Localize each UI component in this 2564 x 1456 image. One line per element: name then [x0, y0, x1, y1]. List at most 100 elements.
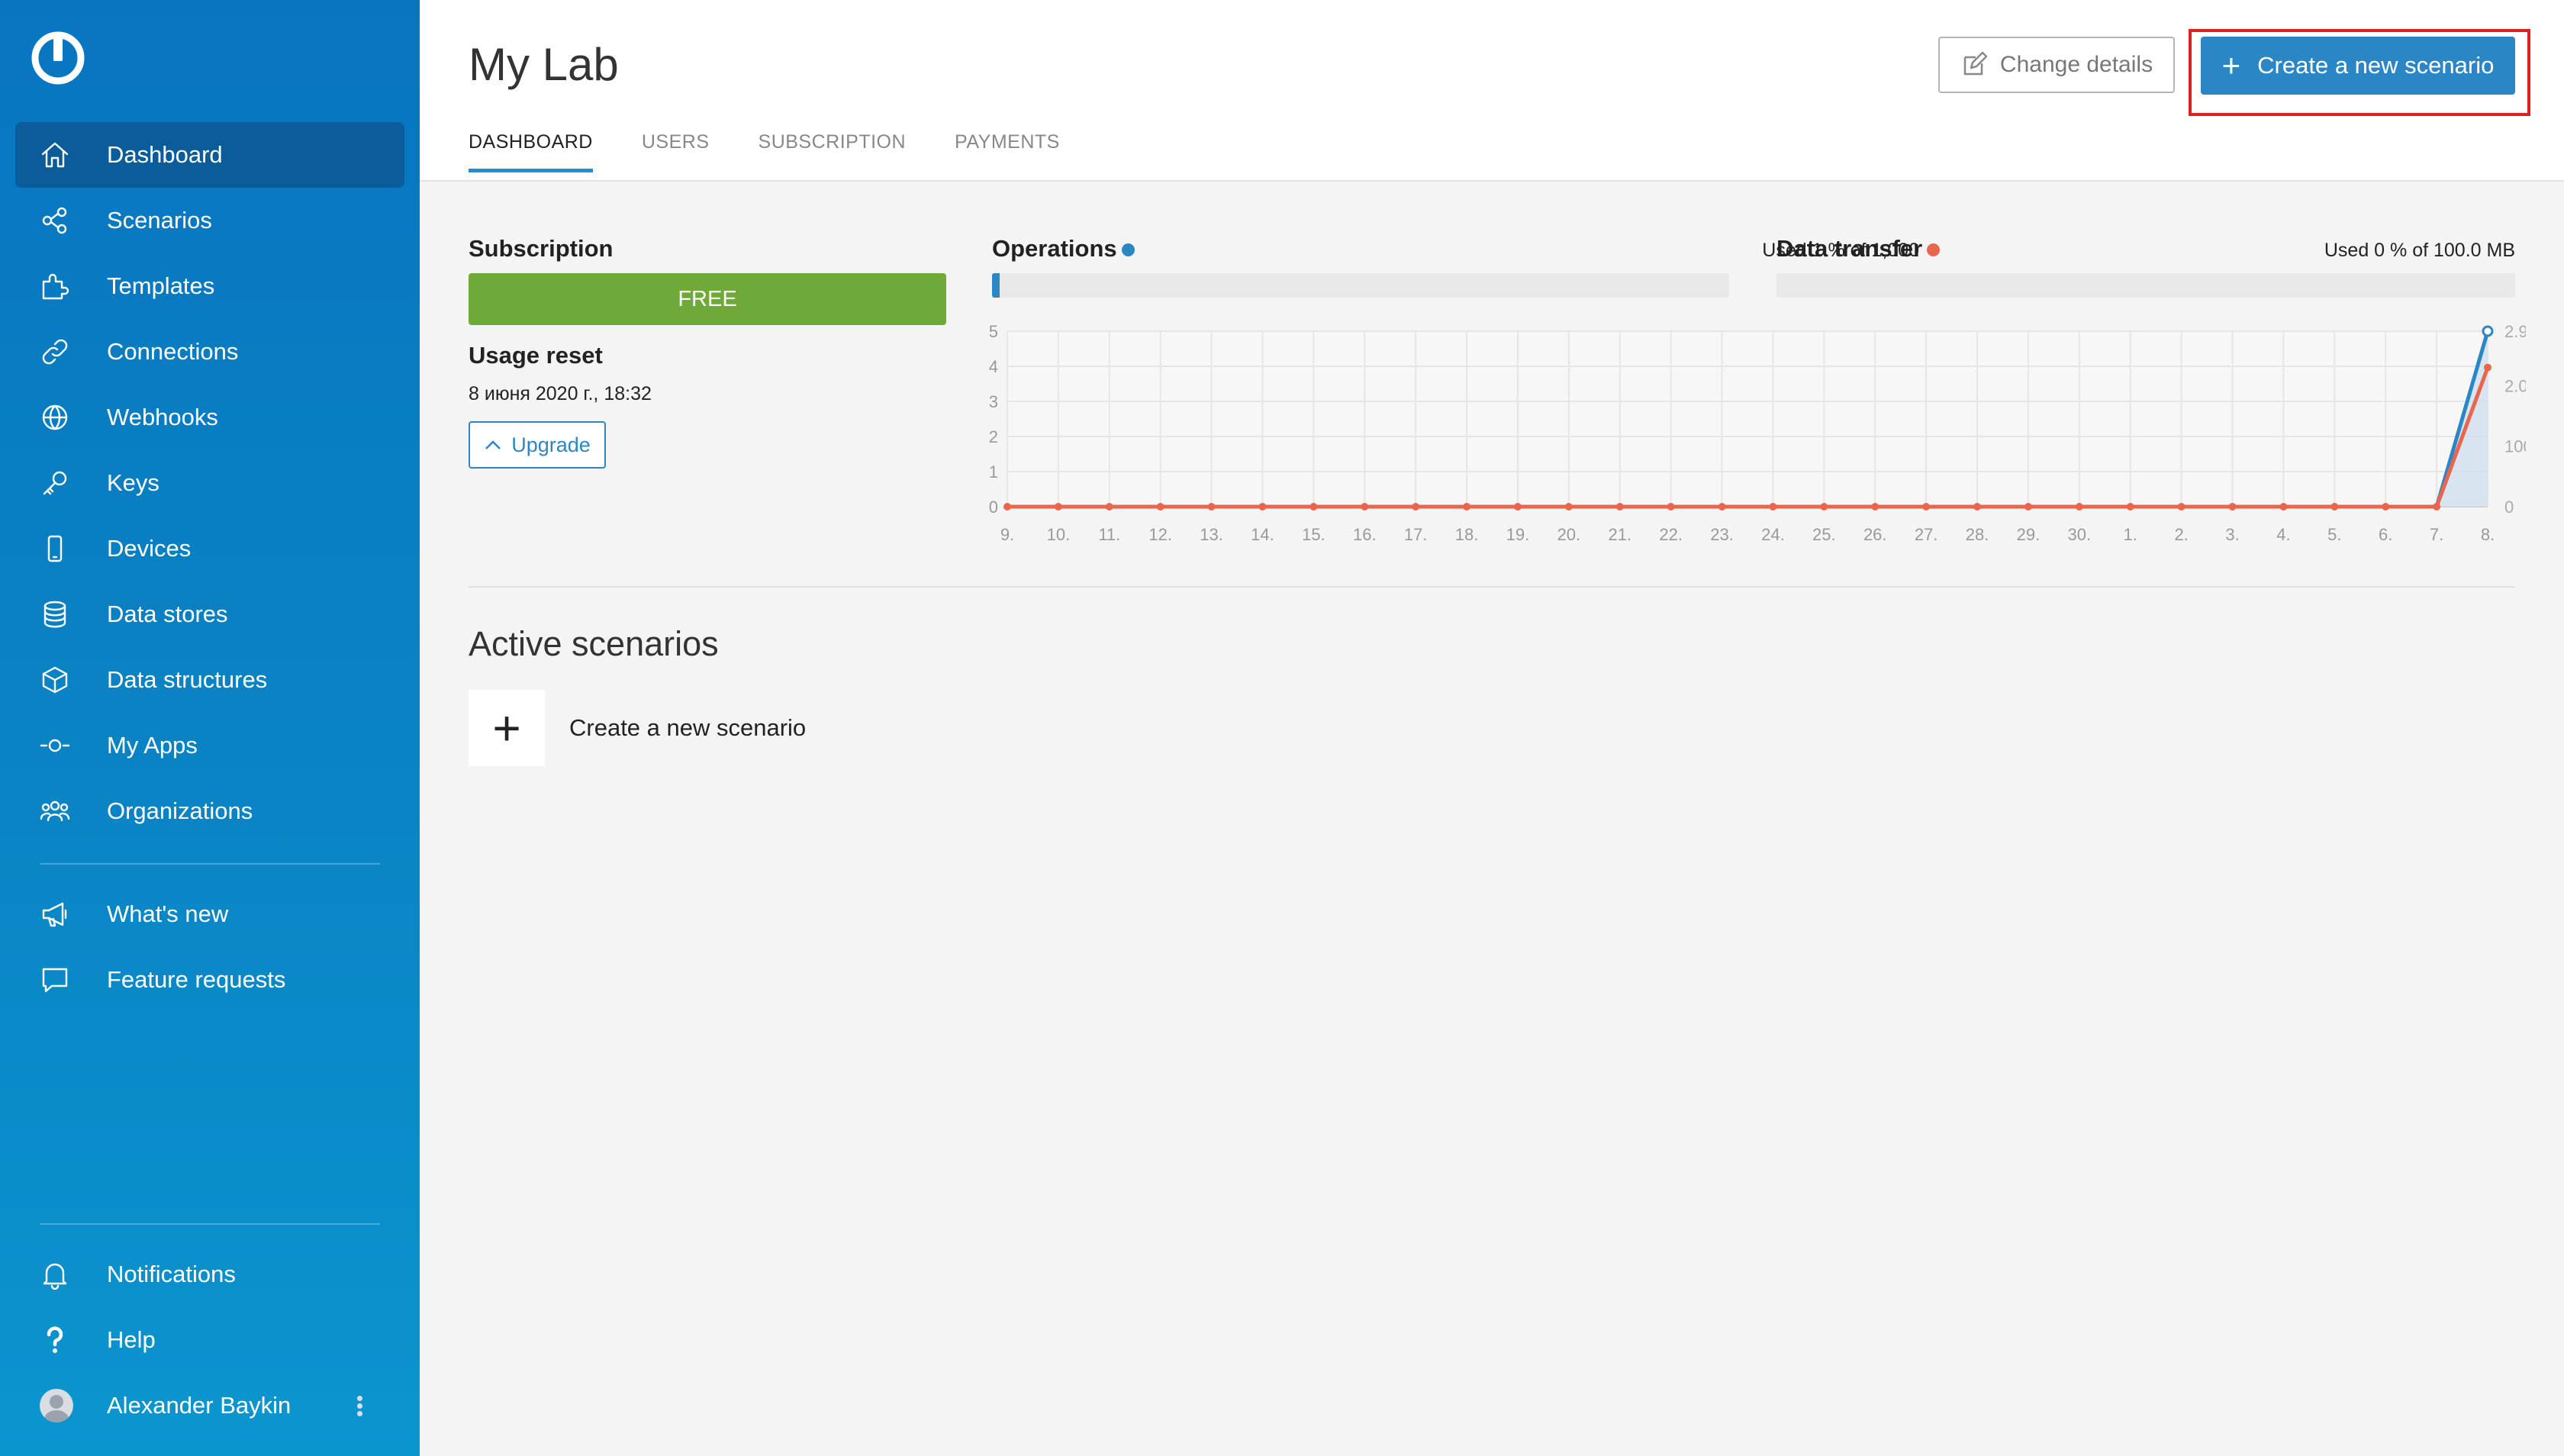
add-scenario-label[interactable]: Create a new scenario: [569, 714, 806, 742]
tab-dashboard[interactable]: DASHBOARD: [469, 131, 593, 172]
usage-chart: 9. 10. 11. 12. 13. 14. 15. 16. 17. 18. 19. 20. 21. 22…: [989, 322, 2526, 544]
y-right-tick-label: 2.0 KB: [2504, 376, 2526, 395]
data-transfer-point: [1156, 503, 1164, 511]
x-tick-label: 15.: [1302, 525, 1325, 544]
x-tick-label: 1.: [2124, 525, 2137, 544]
sidebar-item-devices[interactable]: Devices: [15, 516, 404, 581]
app-icon: [40, 730, 84, 761]
puzzle-icon: [40, 271, 84, 301]
x-tick-label: 20.: [1557, 525, 1581, 544]
tab-payments[interactable]: PAYMENTS: [955, 131, 1060, 172]
plus-icon: +: [2221, 47, 2241, 83]
x-tick-label: 11.: [1098, 525, 1120, 544]
data-transfer-point: [2382, 503, 2390, 511]
page-header: My Lab DASHBOARD USERS SUBSCRIPTION PAYM…: [420, 0, 2564, 182]
data-transfer-point: [1871, 503, 1880, 511]
operations-progress: [992, 273, 1729, 298]
sidebar-divider: [40, 863, 380, 865]
data-transfer-point: [2330, 503, 2339, 511]
kebab-menu-icon[interactable]: [357, 1393, 365, 1419]
tab-users[interactable]: USERS: [642, 131, 710, 172]
x-tick-label: 19.: [1506, 525, 1530, 544]
subscription-heading: Subscription: [469, 235, 614, 262]
tab-subscription[interactable]: SUBSCRIPTION: [759, 131, 907, 172]
x-tick-label: 23.: [1710, 525, 1734, 544]
sidebar-item-label: Keys: [107, 469, 159, 496]
sidebar-item-dashboard[interactable]: Dashboard: [15, 122, 404, 188]
y-right-tick-label: 0: [2504, 498, 2514, 517]
operations-progress-fill: [992, 273, 1000, 298]
data-transfer-point: [1513, 503, 1522, 511]
sidebar: Dashboard Scenarios Templates Connections We…: [0, 0, 420, 1456]
share-icon: [40, 205, 84, 236]
data-transfer-point: [1820, 503, 1828, 511]
data-transfer-point: [1105, 503, 1113, 511]
x-tick-label: 29.: [2017, 525, 2041, 544]
edit-icon: [1963, 51, 1988, 76]
data-transfer-point: [1003, 503, 1011, 511]
x-tick-label: 10.: [1047, 525, 1071, 544]
avatar: [40, 1389, 73, 1422]
main-content: My Lab DASHBOARD USERS SUBSCRIPTION PAYM…: [420, 0, 2564, 1456]
sidebar-item-data-structures[interactable]: Data structures: [15, 647, 404, 713]
x-tick-label: 2.: [2174, 525, 2188, 544]
x-tick-label: 26.: [1863, 525, 1887, 544]
sidebar-item-label: Dashboard: [107, 141, 223, 168]
sidebar-user[interactable]: Alexander Baykin: [15, 1373, 404, 1438]
add-scenario-tile[interactable]: +: [469, 690, 545, 766]
sidebar-item-help[interactable]: Help: [15, 1307, 404, 1373]
x-tick-label: 16.: [1353, 525, 1377, 544]
sidebar-item-notifications[interactable]: Notifications: [15, 1242, 404, 1307]
sidebar-item-templates[interactable]: Templates: [15, 253, 404, 319]
upgrade-button[interactable]: Upgrade: [469, 421, 606, 469]
sidebar-item-label: Feature requests: [107, 966, 286, 993]
sidebar-item-my-apps[interactable]: My Apps: [15, 713, 404, 778]
data-transfer-point: [1361, 503, 1369, 511]
x-tick-label: 5.: [2327, 525, 2341, 544]
y-left-tick-label: 1: [989, 462, 998, 482]
sidebar-item-label: Templates: [107, 272, 215, 299]
sidebar-item-connections[interactable]: Connections: [15, 319, 404, 385]
sidebar-item-data-stores[interactable]: Data stores: [15, 581, 404, 647]
x-tick-label: 27.: [1915, 525, 1938, 544]
sidebar-item-label: Help: [107, 1326, 156, 1353]
change-details-button[interactable]: Change details: [1938, 37, 2175, 93]
x-tick-label: 14.: [1251, 525, 1274, 544]
create-scenario-button[interactable]: + Create a new scenario: [2201, 37, 2515, 95]
sidebar-item-what-s-new[interactable]: What's new: [15, 881, 404, 947]
plan-badge: FREE: [469, 273, 946, 325]
x-tick-label: 6.: [2379, 525, 2392, 544]
sidebar-item-webhooks[interactable]: Webhooks: [15, 385, 404, 450]
sidebar-item-label: Webhooks: [107, 404, 218, 430]
x-tick-label: 3.: [2225, 525, 2239, 544]
data-transfer-point: [2433, 503, 2441, 511]
home-icon: [40, 140, 84, 170]
bell-icon: [40, 1259, 84, 1290]
globe-icon: [40, 402, 84, 433]
x-tick-label: 22.: [1659, 525, 1683, 544]
megaphone-icon: [40, 899, 84, 929]
data-transfer-point: [1718, 503, 1726, 511]
x-tick-label: 13.: [1200, 525, 1223, 544]
cube-icon: [40, 665, 84, 695]
data-transfer-point: [2279, 503, 2288, 511]
sidebar-item-scenarios[interactable]: Scenarios: [15, 188, 404, 253]
sidebar-item-label: Notifications: [107, 1261, 236, 1287]
x-tick-label: 30.: [2068, 525, 2092, 544]
sidebar-item-label: Connections: [107, 338, 239, 365]
data-transfer-point: [2024, 503, 2032, 511]
sidebar-item-feature-requests[interactable]: Feature requests: [15, 947, 404, 1013]
operations-heading: Operations: [992, 235, 1135, 263]
x-tick-label: 18.: [1455, 525, 1479, 544]
data-transfer-point: [2075, 503, 2083, 511]
x-tick-label: 17.: [1404, 525, 1428, 544]
data-transfer-legend-dot: [1927, 243, 1941, 257]
logo-icon[interactable]: [29, 29, 87, 87]
operations-heading-text: Operations: [992, 235, 1117, 262]
sidebar-user-name: Alexander Baykin: [107, 1392, 292, 1419]
sidebar-item-organizations[interactable]: Organizations: [15, 778, 404, 844]
key-icon: [40, 468, 84, 498]
sidebar-item-keys[interactable]: Keys: [15, 450, 404, 516]
data-transfer-point: [1615, 503, 1624, 511]
create-scenario-label: Create a new scenario: [2257, 52, 2495, 79]
